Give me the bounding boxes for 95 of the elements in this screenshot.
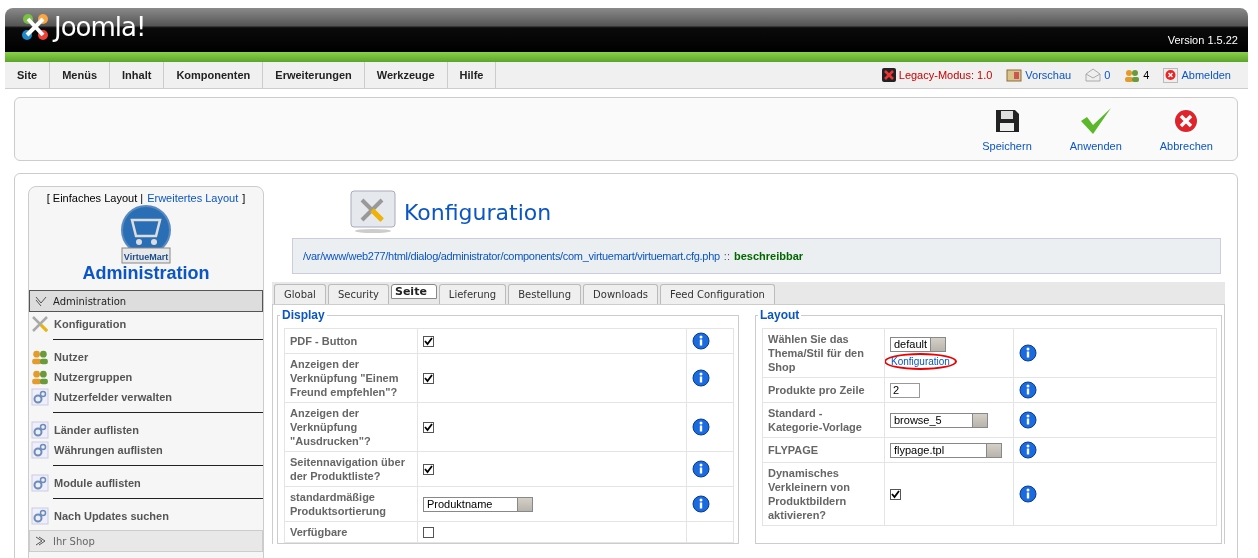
- advanced-layout-link[interactable]: Erweitertes Layout: [147, 192, 239, 204]
- gears-icon: [31, 441, 49, 459]
- picture-icon: [1006, 68, 1023, 82]
- setting-label: Seitennavigation über der Produktliste?: [290, 455, 406, 483]
- sidebar-item[interactable]: Nutzer: [54, 351, 89, 363]
- tab[interactable]: Feed Configuration: [660, 284, 775, 304]
- cancel-button[interactable]: Abbrechen: [1149, 106, 1223, 152]
- setting-label: FLYPAGE: [768, 443, 820, 457]
- brand-name: Joomla!: [54, 12, 146, 42]
- info-icon[interactable]: [1019, 411, 1037, 429]
- checkbox[interactable]: [423, 527, 434, 539]
- user-count: 4: [1143, 69, 1150, 81]
- file-status: beschreibbar: [733, 250, 804, 262]
- checkbox[interactable]: [423, 464, 434, 476]
- menu-item[interactable]: Menüs: [50, 62, 111, 88]
- checkbox[interactable]: [890, 489, 901, 501]
- setting-label: Anzeigen der Verknüpfung "Einem Freund empfehlen"?: [290, 357, 400, 399]
- checkbox[interactable]: [423, 422, 434, 434]
- envelope-icon: [1085, 68, 1102, 82]
- tab[interactable]: Bestellung: [508, 284, 582, 304]
- path-separator: ::: [723, 250, 730, 262]
- page-title: Konfiguration: [404, 199, 552, 225]
- tools-icon: [350, 190, 396, 234]
- info-icon[interactable]: [1019, 381, 1037, 399]
- section-header[interactable]: Ihr Shop: [29, 530, 263, 552]
- gears-icon: [31, 507, 49, 525]
- tab[interactable]: Seite: [391, 284, 437, 299]
- tab[interactable]: Global: [274, 284, 326, 304]
- joomla-icon: [881, 68, 896, 82]
- tools-icon: [31, 315, 49, 333]
- sidebar-item[interactable]: Nutzergruppen: [54, 371, 133, 383]
- section-header[interactable]: Administration: [29, 290, 263, 312]
- config-link[interactable]: Konfiguration: [884, 352, 957, 370]
- info-icon[interactable]: [692, 369, 710, 387]
- file-path: /var/www/web277/html/dialog/administrator/components/com_virtuemart/virtuemart.cfg.php: [303, 250, 720, 262]
- apply-button[interactable]: Anwenden: [1059, 106, 1132, 152]
- menu-item[interactable]: Erweiterungen: [263, 62, 365, 88]
- sidebar-item[interactable]: Module auflisten: [54, 477, 141, 489]
- gears-icon: [31, 421, 49, 439]
- legacy-mode-label: Legacy-Modus: 1.0: [898, 69, 993, 81]
- sidebar-item[interactable]: Nutzerfelder verwalten: [54, 391, 172, 403]
- gears-icon: [31, 474, 49, 492]
- menu-item[interactable]: Werkzeuge: [364, 62, 448, 88]
- dropdown[interactable]: Produktname: [423, 496, 533, 512]
- input-field[interactable]: 2: [890, 382, 920, 398]
- users-icon: [1124, 68, 1141, 82]
- version-label: Version 1.5.22: [1167, 34, 1238, 46]
- setting-label: Standard - Kategorie-Vorlage: [768, 406, 863, 434]
- close-icon: [1163, 67, 1179, 83]
- checkbox[interactable]: [423, 336, 434, 348]
- message-count-link[interactable]: 0: [1104, 69, 1111, 81]
- tab[interactable]: Security: [327, 284, 389, 304]
- setting-label: Anzeigen der Verknüpfung "Ausdrucken"?: [290, 406, 372, 448]
- sidebar-item[interactable]: Länder auflisten: [54, 424, 139, 436]
- info-icon[interactable]: [1019, 441, 1037, 459]
- menu-item[interactable]: Site: [5, 62, 51, 88]
- gears-icon: [31, 388, 49, 406]
- info-icon[interactable]: [692, 460, 710, 478]
- checkbox[interactable]: [423, 373, 434, 385]
- fieldset-legend: Display: [280, 308, 327, 322]
- dropdown[interactable]: flypage.tpl: [890, 442, 1002, 458]
- layout-label: [ Einfaches Layout |: [46, 192, 144, 204]
- menu-item[interactable]: Inhalt: [110, 62, 165, 88]
- admin-title: Administration: [81, 263, 211, 284]
- info-icon[interactable]: [692, 332, 710, 350]
- dropdown[interactable]: browse_5: [890, 412, 988, 428]
- sidebar-item[interactable]: Währungen auflisten: [54, 444, 163, 456]
- setting-label: Verfügbare: [290, 525, 349, 539]
- logo-icon: [19, 11, 51, 43]
- setting-label: Wählen Sie das Thema/Stil für den Shop: [768, 332, 865, 374]
- bracket-text: ]: [242, 192, 246, 204]
- chevron-icon: [35, 536, 47, 546]
- tab[interactable]: Lieferung: [438, 284, 507, 304]
- sidebar-item[interactable]: Nach Updates suchen: [54, 510, 169, 522]
- info-icon[interactable]: [1019, 485, 1037, 503]
- setting-label: Produkte pro Zeile: [768, 383, 866, 397]
- save-button[interactable]: Speichern: [972, 106, 1042, 152]
- setting-label: Dynamisches Verkleinern von Produktbildern aktivieren?: [768, 466, 851, 522]
- chevron-icon: [35, 296, 47, 306]
- preview-link[interactable]: Vorschau: [1025, 69, 1072, 81]
- info-icon[interactable]: [1019, 344, 1037, 362]
- dropdown[interactable]: default: [890, 336, 946, 352]
- tab[interactable]: Downloads: [583, 284, 658, 304]
- setting-label: PDF - Button: [290, 334, 359, 348]
- users-icon: [31, 349, 49, 365]
- menu-item[interactable]: Hilfe: [447, 62, 497, 88]
- info-icon[interactable]: [692, 495, 710, 513]
- setting-label: standardmäßige Produktsortierung: [290, 490, 387, 518]
- checkmark-icon: [1078, 106, 1113, 135]
- menu-item[interactable]: Komponenten: [164, 62, 264, 88]
- users-icon: [31, 369, 49, 385]
- sidebar-item[interactable]: Konfiguration: [54, 318, 127, 330]
- fieldset-legend: Layout: [758, 308, 802, 322]
- info-icon[interactable]: [692, 418, 710, 436]
- logout-link[interactable]: Abmelden: [1181, 69, 1231, 81]
